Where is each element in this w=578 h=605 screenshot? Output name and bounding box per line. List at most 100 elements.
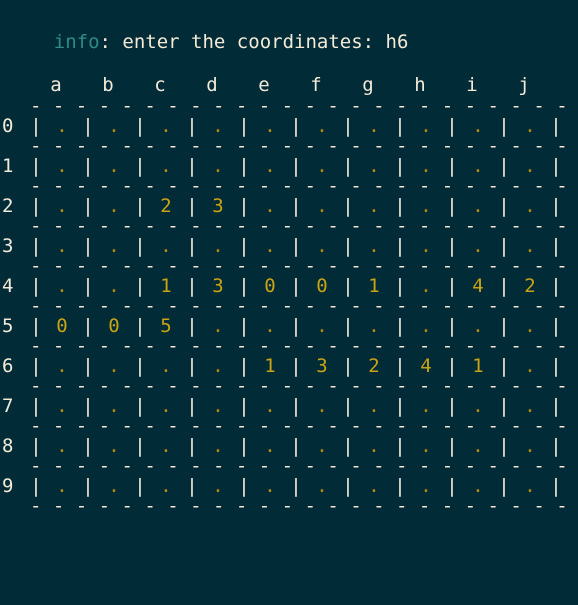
board-cell-j6[interactable]: |. bbox=[498, 357, 550, 376]
board-cell-c5[interactable]: | 5 bbox=[134, 317, 186, 336]
board-cell-j8[interactable]: |. bbox=[498, 437, 550, 456]
board-cell-f9[interactable]: |. bbox=[290, 477, 342, 496]
board-cell-c1[interactable]: |. bbox=[134, 157, 186, 176]
board-cell-i5[interactable]: |. bbox=[446, 317, 498, 336]
board-cell-g2[interactable]: |. bbox=[342, 197, 394, 216]
board-cell-j9[interactable]: |. bbox=[498, 477, 550, 496]
board-cell-j2[interactable]: |. bbox=[498, 197, 550, 216]
board-cell-g6[interactable]: | 2 bbox=[342, 357, 394, 376]
board-cell-e6[interactable]: | 1 bbox=[238, 357, 290, 376]
board-cell-e2[interactable]: |. bbox=[238, 197, 290, 216]
board-cell-d7[interactable]: |. bbox=[186, 397, 238, 416]
board-cell-j5[interactable]: |. bbox=[498, 317, 550, 336]
board-cell-e9[interactable]: |. bbox=[238, 477, 290, 496]
board-cell-g4[interactable]: | 1 bbox=[342, 277, 394, 296]
board-cell-d1[interactable]: |. bbox=[186, 157, 238, 176]
board-cell-c2[interactable]: | 2 bbox=[134, 197, 186, 216]
board-cell-b7[interactable]: |. bbox=[82, 397, 134, 416]
board-cell-d0[interactable]: |. bbox=[186, 117, 238, 136]
board-cell-f5[interactable]: |. bbox=[290, 317, 342, 336]
board-cell-e8[interactable]: |. bbox=[238, 437, 290, 456]
board-cell-b0[interactable]: |. bbox=[82, 117, 134, 136]
board-cell-h4[interactable]: |. bbox=[394, 277, 446, 296]
board-cell-f3[interactable]: |. bbox=[290, 237, 342, 256]
board-cell-c3[interactable]: |. bbox=[134, 237, 186, 256]
board-cell-i0[interactable]: |. bbox=[446, 117, 498, 136]
board-cell-f2[interactable]: |. bbox=[290, 197, 342, 216]
board-cell-c7[interactable]: |. bbox=[134, 397, 186, 416]
board-cell-a3[interactable]: |. bbox=[30, 237, 82, 256]
board-cell-b4[interactable]: |. bbox=[82, 277, 134, 296]
board-cell-a7[interactable]: |. bbox=[30, 397, 82, 416]
board-cell-h7[interactable]: |. bbox=[394, 397, 446, 416]
board-cell-c4[interactable]: | 1 bbox=[134, 277, 186, 296]
board-cell-i7[interactable]: |. bbox=[446, 397, 498, 416]
board-cell-e4[interactable]: | 0 bbox=[238, 277, 290, 296]
board-cell-g8[interactable]: |. bbox=[342, 437, 394, 456]
board-cell-c6[interactable]: |. bbox=[134, 357, 186, 376]
board-cell-i2[interactable]: |. bbox=[446, 197, 498, 216]
board-cell-a5[interactable]: | 0 bbox=[30, 317, 82, 336]
board-cell-i3[interactable]: |. bbox=[446, 237, 498, 256]
board-cell-b2[interactable]: |. bbox=[82, 197, 134, 216]
board-cell-h8[interactable]: |. bbox=[394, 437, 446, 456]
board-cell-e5[interactable]: |. bbox=[238, 317, 290, 336]
board-cell-a8[interactable]: |. bbox=[30, 437, 82, 456]
coordinate-input-value[interactable]: h6 bbox=[386, 31, 409, 53]
board-cell-i1[interactable]: |. bbox=[446, 157, 498, 176]
board-cell-j7[interactable]: |. bbox=[498, 397, 550, 416]
board-cell-b6[interactable]: |. bbox=[82, 357, 134, 376]
board-cell-a9[interactable]: |. bbox=[30, 477, 82, 496]
board-cell-h0[interactable]: |. bbox=[394, 117, 446, 136]
board-cell-d6[interactable]: |. bbox=[186, 357, 238, 376]
board-cell-g7[interactable]: |. bbox=[342, 397, 394, 416]
board-cell-h2[interactable]: |. bbox=[394, 197, 446, 216]
board-cell-i9[interactable]: |. bbox=[446, 477, 498, 496]
board-cell-e1[interactable]: |. bbox=[238, 157, 290, 176]
board-cell-c9[interactable]: |. bbox=[134, 477, 186, 496]
board-cell-g9[interactable]: |. bbox=[342, 477, 394, 496]
board-cell-j4[interactable]: | 2 bbox=[498, 277, 550, 296]
board-cell-h1[interactable]: |. bbox=[394, 157, 446, 176]
board-cell-a2[interactable]: |. bbox=[30, 197, 82, 216]
board-cell-j0[interactable]: |. bbox=[498, 117, 550, 136]
board-cell-d8[interactable]: |. bbox=[186, 437, 238, 456]
board-cell-g1[interactable]: |. bbox=[342, 157, 394, 176]
board-cell-f0[interactable]: |. bbox=[290, 117, 342, 136]
board-cell-g3[interactable]: |. bbox=[342, 237, 394, 256]
board-cell-b3[interactable]: |. bbox=[82, 237, 134, 256]
board-cell-f6[interactable]: | 3 bbox=[290, 357, 342, 376]
board-cell-e7[interactable]: |. bbox=[238, 397, 290, 416]
board-cell-f8[interactable]: |. bbox=[290, 437, 342, 456]
board-cell-i4[interactable]: | 4 bbox=[446, 277, 498, 296]
board-cell-g0[interactable]: |. bbox=[342, 117, 394, 136]
board-cell-b5[interactable]: | 0 bbox=[82, 317, 134, 336]
board-cell-a4[interactable]: |. bbox=[30, 277, 82, 296]
board-cell-c8[interactable]: |. bbox=[134, 437, 186, 456]
board-cell-h6[interactable]: | 4 bbox=[394, 357, 446, 376]
board-cell-i6[interactable]: | 1 bbox=[446, 357, 498, 376]
board-cell-d9[interactable]: |. bbox=[186, 477, 238, 496]
board-cell-d4[interactable]: | 3 bbox=[186, 277, 238, 296]
board-cell-f1[interactable]: |. bbox=[290, 157, 342, 176]
board-cell-h5[interactable]: |. bbox=[394, 317, 446, 336]
board-cell-f4[interactable]: | 0 bbox=[290, 277, 342, 296]
board-cell-i8[interactable]: |. bbox=[446, 437, 498, 456]
board-cell-g5[interactable]: |. bbox=[342, 317, 394, 336]
board-cell-d2[interactable]: | 3 bbox=[186, 197, 238, 216]
board-cell-e3[interactable]: |. bbox=[238, 237, 290, 256]
board-cell-b9[interactable]: |. bbox=[82, 477, 134, 496]
board-cell-f7[interactable]: |. bbox=[290, 397, 342, 416]
board-cell-a0[interactable]: |. bbox=[30, 117, 82, 136]
board-cell-j1[interactable]: |. bbox=[498, 157, 550, 176]
board-cell-b8[interactable]: |. bbox=[82, 437, 134, 456]
board-cell-b1[interactable]: |. bbox=[82, 157, 134, 176]
board-cell-a1[interactable]: |. bbox=[30, 157, 82, 176]
board-cell-d3[interactable]: |. bbox=[186, 237, 238, 256]
board-cell-d5[interactable]: |. bbox=[186, 317, 238, 336]
board-cell-c0[interactable]: |. bbox=[134, 117, 186, 136]
board-cell-h9[interactable]: |. bbox=[394, 477, 446, 496]
board-cell-e0[interactable]: |. bbox=[238, 117, 290, 136]
board-cell-j3[interactable]: |. bbox=[498, 237, 550, 256]
board-cell-h3[interactable]: |. bbox=[394, 237, 446, 256]
